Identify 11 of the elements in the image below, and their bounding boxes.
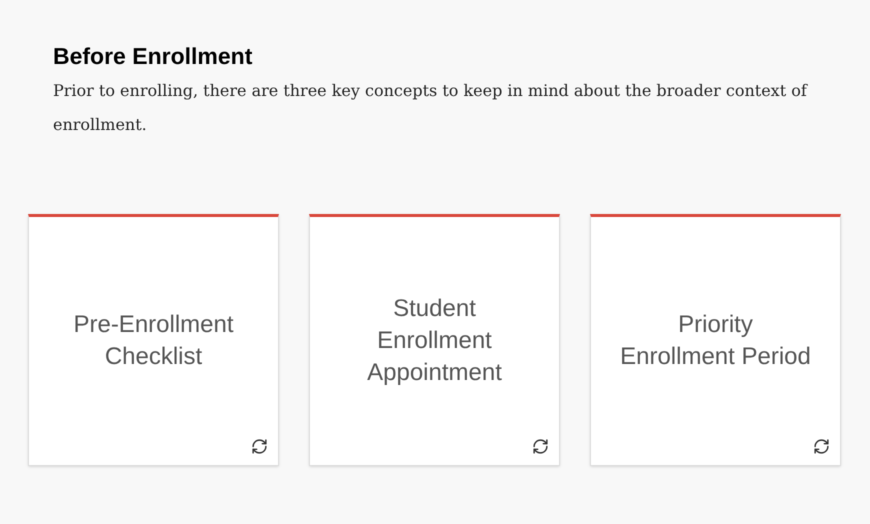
refresh-icon[interactable] [251,438,268,455]
section-heading: Before Enrollment [53,42,254,70]
card-title: Student Enrollment Appointment [367,294,502,388]
flip-card[interactable]: Pre-Enrollment Checklist [28,214,279,466]
flip-card[interactable]: Priority Enrollment Period [590,214,841,466]
refresh-icon[interactable] [532,438,549,455]
flip-card[interactable]: Student Enrollment Appointment [309,214,560,466]
card-title: Pre-Enrollment Checklist [73,310,234,372]
refresh-icon[interactable] [813,438,830,455]
intro-paragraph: Prior to enrolling, there are three key concepts to keep in mind about the broader context of enrollment. [53,80,809,136]
card-title: Priority Enrollment Period [620,310,811,372]
